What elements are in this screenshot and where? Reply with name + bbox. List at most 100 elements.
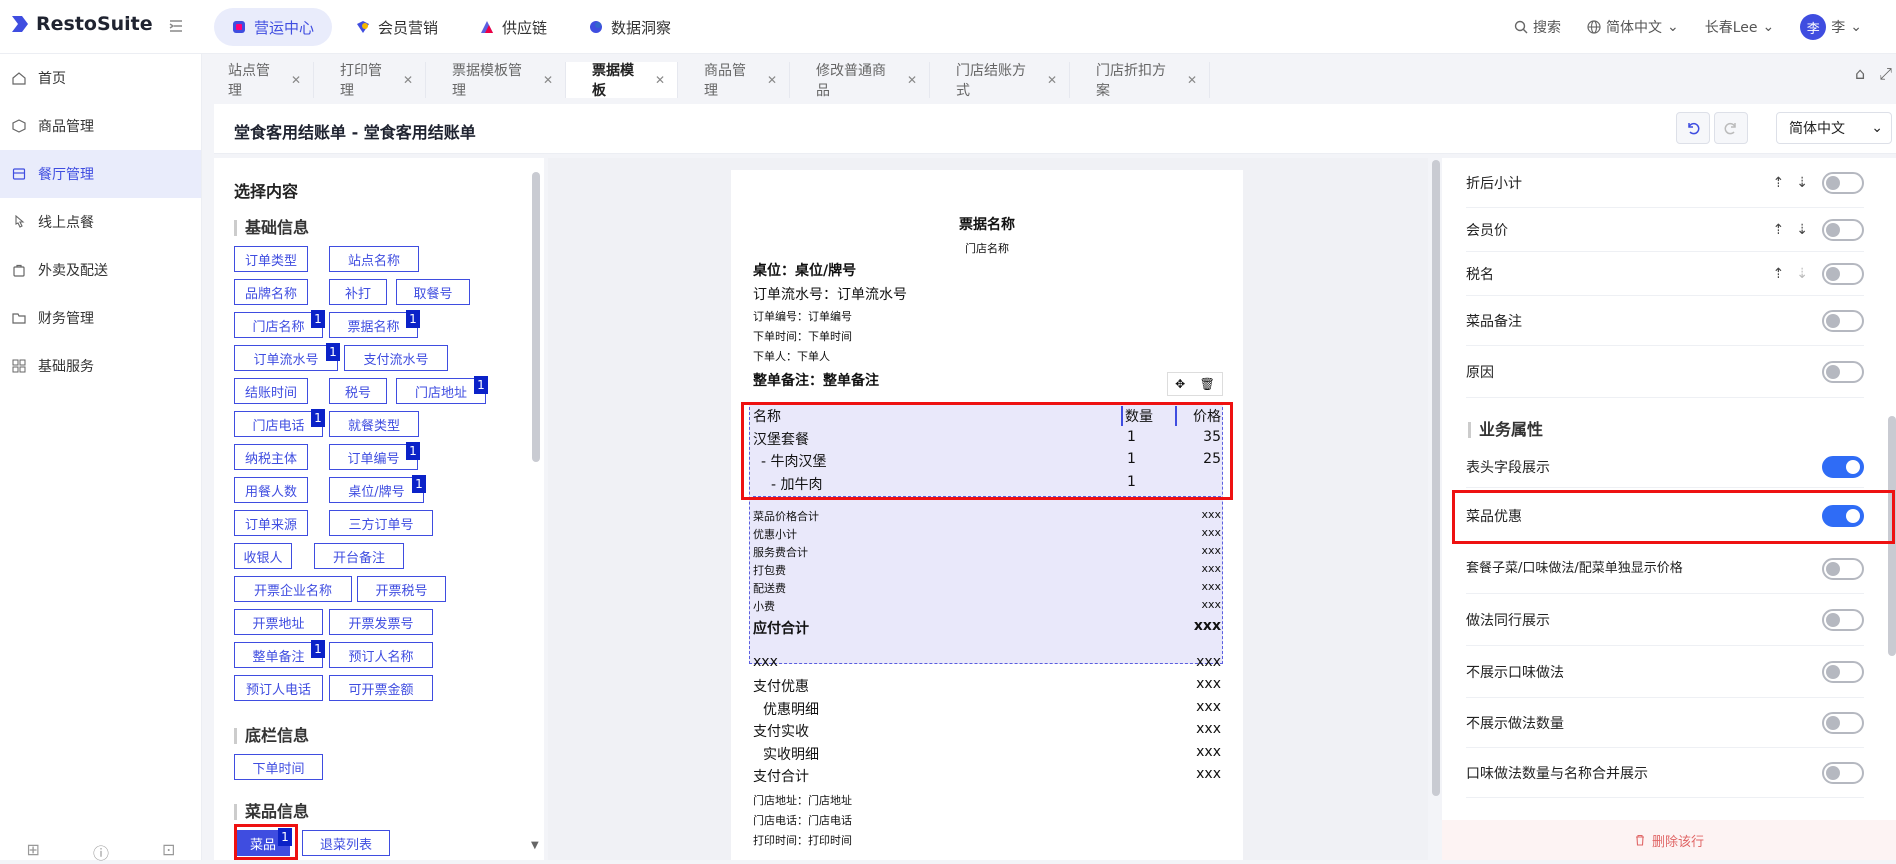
add-icon[interactable]: ⊞ (27, 840, 40, 860)
field-chip[interactable]: 收银人 (234, 543, 292, 569)
app-logo[interactable]: RestoSuite (10, 13, 153, 35)
toggle-switch[interactable] (1822, 455, 1864, 478)
toggle-switch[interactable] (1822, 360, 1864, 383)
sort-asc-icon[interactable]: ⇡ (1773, 175, 1785, 191)
page-tab[interactable]: 商品管理 ✕ (678, 62, 790, 99)
toggle-switch[interactable] (1822, 711, 1864, 734)
field-chip[interactable]: 订单流水号 1 (234, 343, 340, 371)
payment-row[interactable]: 实收明细 xxx (753, 744, 1221, 764)
payment-row[interactable]: 支付合计 xxx (753, 766, 1221, 786)
expand-icon[interactable]: ⊡ (162, 840, 175, 860)
field-chip[interactable]: 税号 (329, 378, 387, 404)
toggle-switch[interactable] (1822, 557, 1864, 580)
lock-icon[interactable]: ⌂ (1855, 64, 1865, 84)
payment-row[interactable]: xxx xxx (753, 654, 1221, 670)
field-chip[interactable]: 取餐号 (396, 279, 470, 305)
toggle-switch[interactable] (1822, 660, 1864, 683)
field-chip[interactable]: 支付流水号 (344, 345, 448, 371)
global-search[interactable]: 搜索 (1514, 17, 1561, 37)
payment-row[interactable]: 优惠明细 xxx (753, 699, 1221, 719)
sort-desc-icon[interactable]: ⇣ (1796, 222, 1808, 238)
payment-row[interactable]: 支付优惠 xxx (753, 676, 1221, 696)
footer-line[interactable]: 打印时间：打印时间 (753, 832, 1221, 848)
sort-controls[interactable]: ⇡ ⇣ (1773, 222, 1808, 238)
field-chip[interactable]: 预订人电话 (234, 675, 323, 701)
sort-desc-icon[interactable]: ⇣ (1796, 175, 1808, 191)
undo-button[interactable] (1676, 112, 1710, 144)
field-chip[interactable]: 用餐人数 (234, 477, 308, 503)
user-menu[interactable]: 李 李 ⌄ (1800, 14, 1862, 40)
field-chip[interactable]: 门店名称 1 (234, 310, 325, 338)
sidebar-item-basic-service[interactable]: 基础服务 (0, 342, 201, 390)
toggle-switch[interactable] (1822, 761, 1864, 784)
page-tab-active[interactable]: 票据模板 ✕ (566, 62, 678, 99)
sort-asc-icon[interactable]: ⇡ (1773, 222, 1785, 238)
field-chip[interactable]: 门店地址 1 (396, 376, 488, 404)
template-language-select[interactable]: 简体中文 ⌄ (1776, 112, 1892, 144)
field-chip[interactable]: 订单编号 1 (329, 442, 420, 470)
close-icon[interactable]: ✕ (1187, 73, 1197, 87)
scroll-down-icon[interactable]: ▼ (531, 840, 539, 851)
close-icon[interactable]: ✕ (907, 73, 917, 87)
receipt-table[interactable]: 桌位：桌位/牌号 (753, 260, 1221, 280)
toggle-switch[interactable] (1822, 218, 1864, 241)
field-chip-dish[interactable]: 菜品 1 (236, 828, 292, 856)
trash-icon[interactable]: 🗑 (1200, 377, 1215, 391)
receipt-remark[interactable]: 整单备注：整单备注 (753, 370, 1221, 390)
field-chip[interactable]: 三方订单号 (329, 510, 433, 536)
sidebar-item-finance[interactable]: 财务管理 (0, 294, 201, 342)
receipt-store-name[interactable]: 门店名称 (753, 240, 1221, 256)
receipt-order-by[interactable]: 下单人：下单人 (753, 348, 1221, 364)
field-chip[interactable]: 可开票金额 (329, 675, 433, 701)
language-switcher[interactable]: 简体中文 ⌄ (1587, 17, 1679, 37)
properties-scrollbar[interactable] (1888, 416, 1896, 656)
page-tab[interactable]: 门店结账方式 ✕ (930, 62, 1070, 99)
field-chip[interactable]: 开票企业名称 (234, 576, 352, 602)
toggle-switch[interactable] (1822, 171, 1864, 194)
left-scrollbar[interactable] (532, 172, 540, 462)
toggle-switch[interactable] (1822, 504, 1864, 527)
payment-row[interactable]: 支付实收 xxx (753, 721, 1221, 741)
field-chip[interactable]: 纳税主体 (234, 444, 308, 470)
field-chip[interactable]: 下单时间 (234, 754, 323, 780)
field-chip[interactable]: 整单备注 1 (234, 640, 325, 668)
field-chip[interactable]: 预订人名称 (329, 642, 433, 668)
close-icon[interactable]: ✕ (767, 73, 777, 87)
receipt-order-time[interactable]: 下单时间：下单时间 (753, 328, 1221, 344)
sidebar-item-products[interactable]: 商品管理 (0, 102, 201, 150)
field-chip[interactable]: 开票发票号 (329, 609, 433, 635)
move-icon[interactable]: ✥ (1175, 377, 1185, 391)
help-icon[interactable]: ⓘ (93, 840, 109, 863)
field-chip[interactable]: 结账时间 (234, 378, 308, 404)
page-tab[interactable]: 门店折扣方案 ✕ (1070, 62, 1210, 99)
receipt-order-no[interactable]: 订单编号：订单编号 (753, 308, 1221, 324)
field-chip[interactable]: 桌位/牌号 1 (329, 475, 426, 503)
redo-button[interactable] (1714, 112, 1748, 144)
canvas-scrollbar[interactable] (1432, 160, 1440, 796)
toggle-switch[interactable] (1822, 262, 1864, 285)
field-chip[interactable]: 退菜列表 (302, 830, 390, 856)
page-tab[interactable]: 打印管理 ✕ (314, 62, 426, 99)
field-chip[interactable]: 门店电话 1 (234, 409, 325, 437)
page-tab[interactable]: 票据模板管理 ✕ (426, 62, 566, 99)
sidebar-item-online-order[interactable]: 线上点餐 (0, 198, 201, 246)
module-tab-operations[interactable]: 营运中心 (214, 8, 333, 46)
receipt-serial[interactable]: 订单流水号：订单流水号 (753, 284, 1221, 304)
field-chip[interactable]: 订单类型 (234, 246, 308, 272)
footer-line[interactable]: 门店电话：门店电话 (753, 812, 1221, 828)
close-icon[interactable]: ✕ (1047, 73, 1057, 87)
store-switcher[interactable]: 长春Lee ⌄ (1705, 17, 1775, 37)
close-icon[interactable]: ✕ (655, 73, 665, 87)
toggle-switch[interactable] (1822, 608, 1864, 631)
sort-desc-icon[interactable]: ⇣ (1796, 266, 1808, 282)
field-chip[interactable]: 开台备注 (314, 543, 404, 569)
receipt-title[interactable]: 票据名称 (753, 214, 1221, 234)
field-chip[interactable]: 就餐类型 (329, 411, 419, 437)
sidebar-item-home[interactable]: 首页 (0, 54, 201, 102)
delete-row-button[interactable]: 删除该行 (1442, 820, 1896, 860)
field-chip[interactable]: 补打 (329, 279, 387, 305)
module-tab-data-insight[interactable]: 数据洞察 (571, 8, 689, 46)
module-tab-supply-chain[interactable]: 供应链 (462, 8, 565, 46)
close-icon[interactable]: ✕ (403, 73, 413, 87)
footer-line[interactable]: 门店地址：门店地址 (753, 792, 1221, 808)
